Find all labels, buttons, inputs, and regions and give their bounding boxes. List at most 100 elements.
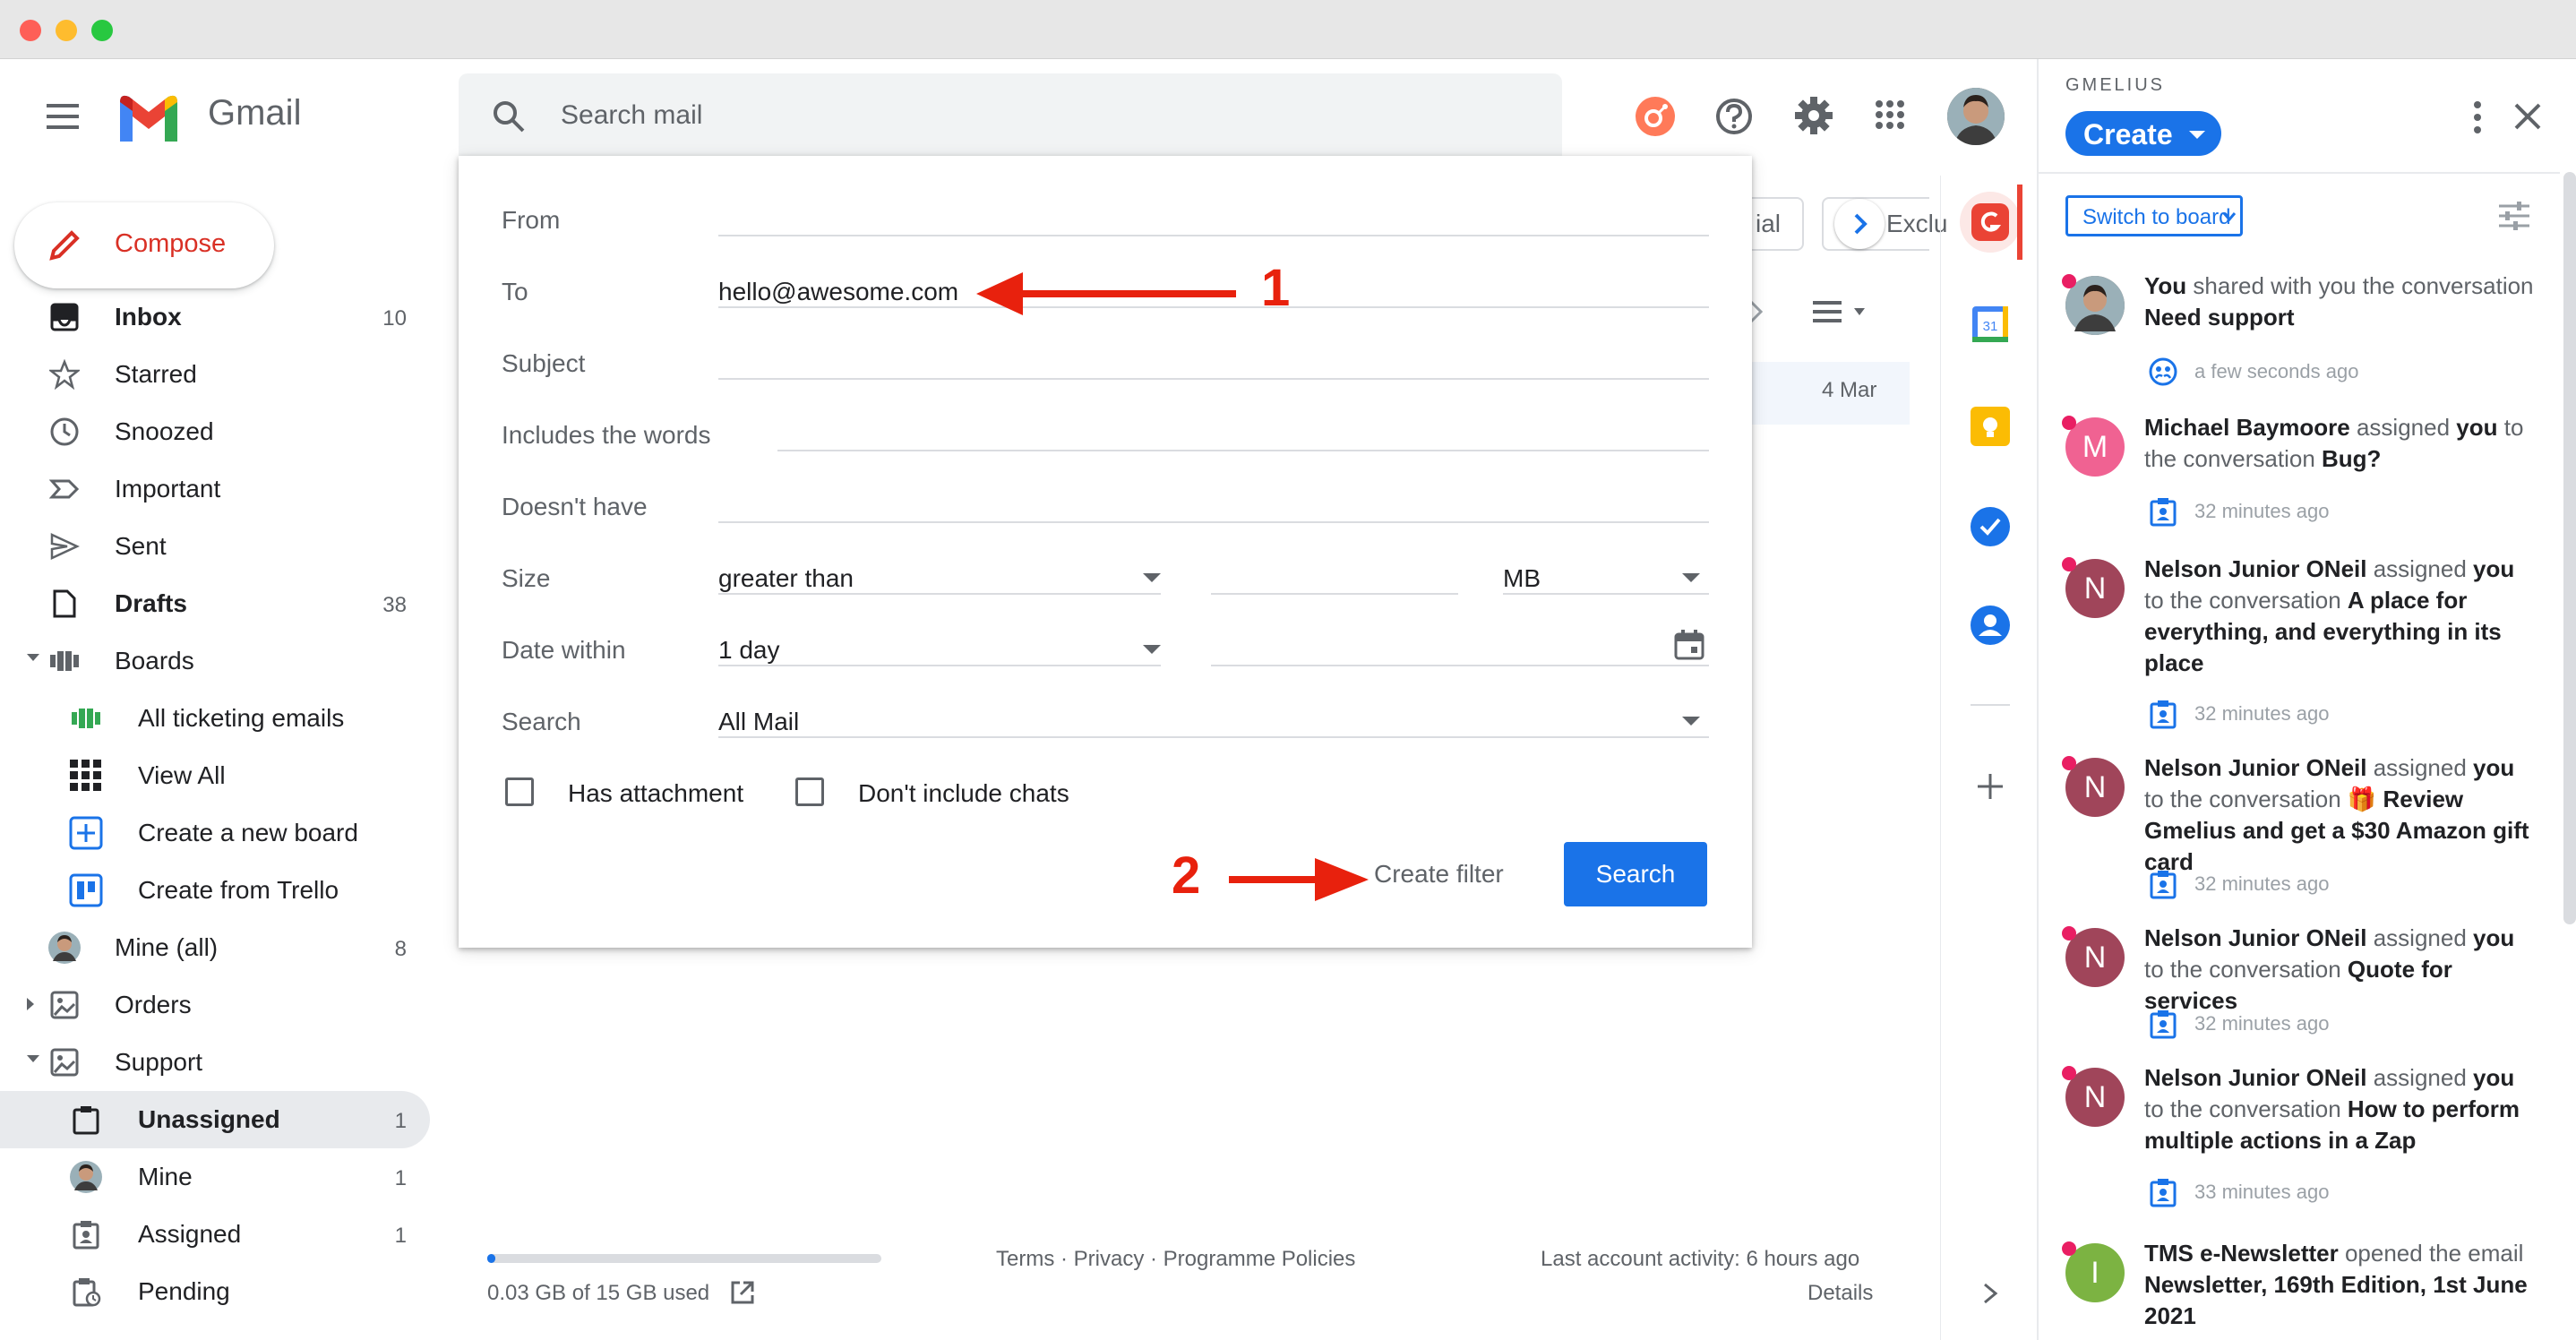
- size-operator-caret-icon[interactable]: [1143, 573, 1161, 582]
- account-avatar[interactable]: [1947, 88, 2005, 145]
- sidebar-item-label: Assigned: [138, 1220, 242, 1248]
- search-scope-caret-icon[interactable]: [1682, 717, 1700, 726]
- zoom-window-button[interactable]: [91, 20, 113, 41]
- close-window-button[interactable]: [20, 20, 41, 41]
- sidebar-item-important[interactable]: Important: [0, 460, 430, 518]
- expand-toggle-icon[interactable]: [27, 654, 39, 661]
- sidebar-item-label: Sent: [115, 532, 167, 560]
- panel-scrollbar[interactable]: [2563, 172, 2576, 924]
- sidebar-item-count: 1: [394, 1109, 407, 1133]
- from-field[interactable]: [718, 235, 1709, 236]
- sidebar-item-label: Starred: [115, 360, 197, 388]
- svg-text:31: 31: [1983, 319, 1998, 334]
- sidebar-item-mine-all[interactable]: Mine (all) 8: [0, 919, 430, 976]
- size-value-field[interactable]: [1211, 593, 1458, 595]
- sidebar-item-sent[interactable]: Sent: [0, 518, 430, 575]
- assigned-icon: [68, 1216, 104, 1252]
- sidebar-item-view-all[interactable]: View All: [0, 747, 430, 804]
- tabs-scroll-right-button[interactable]: [1834, 199, 1885, 249]
- assignment-icon: [2148, 496, 2178, 527]
- activity-text[interactable]: Michael Baymoore assigned you to the con…: [2144, 412, 2538, 475]
- density-toggle-icon[interactable]: [1813, 299, 1872, 324]
- size-unit-caret-icon[interactable]: [1682, 573, 1700, 582]
- sidebar-item-all-ticketing-emails[interactable]: All ticketing emails: [0, 690, 430, 747]
- subject-field[interactable]: [718, 378, 1709, 380]
- activity-actor: You: [2144, 272, 2187, 299]
- sidebar-item-starred[interactable]: Starred: [0, 346, 430, 403]
- main-menu-icon[interactable]: [45, 102, 81, 131]
- search-input[interactable]: Search mail: [561, 100, 702, 131]
- to-field[interactable]: hello@awesome.com: [718, 278, 958, 306]
- sidebar-item-label: Mine: [138, 1163, 193, 1190]
- more-options-icon[interactable]: [2472, 100, 2483, 134]
- hubspot-icon[interactable]: [1636, 97, 1675, 136]
- expand-toggle-icon[interactable]: [27, 1055, 39, 1062]
- create-caret-icon: [2189, 131, 2205, 139]
- help-icon[interactable]: [1714, 97, 1754, 136]
- footer-links[interactable]: Terms · Privacy · Programme Policies: [996, 1247, 1355, 1272]
- activity-text[interactable]: Nelson Junior ONeil assigned you to the …: [2144, 923, 2538, 1017]
- sidebar-item-create-new-board[interactable]: Create a new board: [0, 804, 430, 862]
- keep-app-icon[interactable]: [1971, 407, 2010, 446]
- size-unit-select[interactable]: MB: [1503, 564, 1541, 593]
- settings-gear-icon[interactable]: [1793, 95, 1834, 136]
- sidebar-item-unassigned[interactable]: Unassigned 1: [0, 1091, 430, 1148]
- doesnt-have-field[interactable]: [718, 521, 1709, 523]
- apps-grid-icon[interactable]: [1874, 99, 1906, 131]
- search-scope-select[interactable]: All Mail: [718, 708, 799, 736]
- sidebar-item-label: Unassigned: [138, 1105, 280, 1133]
- sidebar-item-support[interactable]: Support: [0, 1034, 430, 1091]
- activity-text[interactable]: You shared with you the conversation Nee…: [2144, 271, 2538, 333]
- external-link-icon[interactable]: [729, 1279, 756, 1306]
- create-dropdown-button[interactable]: Create: [2065, 111, 2221, 156]
- activity-time: 33 minutes ago: [2194, 1181, 2330, 1203]
- date-within-caret-icon[interactable]: [1143, 645, 1161, 654]
- compose-button[interactable]: Compose: [14, 202, 274, 288]
- switch-to-board-button[interactable]: Switch to board: [2065, 195, 2243, 236]
- sidebar-item-assigned[interactable]: Assigned 1: [0, 1206, 430, 1263]
- sidebar-item-drafts[interactable]: Drafts 38: [0, 575, 430, 632]
- sidebar-item-create-from-trello[interactable]: Create from Trello: [0, 862, 430, 919]
- dont-include-chats-checkbox[interactable]: [795, 777, 824, 806]
- contacts-app-icon[interactable]: [1971, 606, 2010, 645]
- create-filter-button[interactable]: Create filter: [1374, 860, 1504, 889]
- includes-words-field[interactable]: [777, 450, 1709, 451]
- sidebar-item-mine[interactable]: Mine 1: [0, 1148, 430, 1206]
- activity-action: assigned: [2366, 1064, 2474, 1091]
- activity-text[interactable]: Nelson Junior ONeil assigned you to the …: [2144, 752, 2538, 878]
- sidebar-item-orders[interactable]: Orders: [0, 976, 430, 1034]
- add-app-icon[interactable]: [1976, 772, 2005, 801]
- expand-panel-icon[interactable]: [1979, 1279, 2001, 1308]
- search-submit-button[interactable]: Search: [1564, 842, 1707, 906]
- expand-toggle-icon[interactable]: [27, 998, 34, 1010]
- details-link[interactable]: Details: [1807, 1281, 1873, 1306]
- date-within-select[interactable]: 1 day: [718, 636, 780, 665]
- minimize-window-button[interactable]: [56, 20, 77, 41]
- sidebar-item-boards[interactable]: Boards: [0, 632, 430, 690]
- tasks-app-icon[interactable]: [1971, 507, 2010, 546]
- calendar-app-icon[interactable]: 31: [1971, 305, 2010, 344]
- activity-actor: Michael Baymoore: [2144, 414, 2350, 441]
- pending-icon: [68, 1274, 104, 1310]
- filter-settings-icon[interactable]: [2497, 199, 2531, 233]
- sidebar-item-inbox[interactable]: Inbox 10: [0, 288, 430, 346]
- gmail-logo-icon[interactable]: [115, 90, 183, 143]
- has-attachment-label: Has attachment: [568, 779, 744, 807]
- apps-divider: [1971, 704, 2010, 706]
- sidebar-item-pending[interactable]: Pending: [0, 1263, 430, 1320]
- activity-text[interactable]: Nelson Junior ONeil assigned you to the …: [2144, 554, 2538, 679]
- sidebar-item-label: Important: [115, 475, 221, 502]
- search-icon[interactable]: [491, 99, 527, 134]
- sidebar-item-snoozed[interactable]: Snoozed: [0, 403, 430, 460]
- size-operator-underline: [718, 593, 1161, 595]
- date-field[interactable]: [1211, 665, 1709, 666]
- has-attachment-checkbox[interactable]: [505, 777, 534, 806]
- size-label: Size: [502, 564, 551, 592]
- sidebar-item-label: Orders: [115, 991, 192, 1018]
- size-operator-select[interactable]: greater than: [718, 564, 854, 593]
- activity-text[interactable]: TMS e-Newsletter opened the email Newsle…: [2144, 1238, 2538, 1332]
- calendar-icon[interactable]: [1673, 629, 1705, 661]
- close-panel-icon[interactable]: [2513, 102, 2542, 131]
- gmelius-app-button[interactable]: [1960, 192, 2021, 253]
- activity-text[interactable]: Nelson Junior ONeil assigned you to the …: [2144, 1062, 2538, 1156]
